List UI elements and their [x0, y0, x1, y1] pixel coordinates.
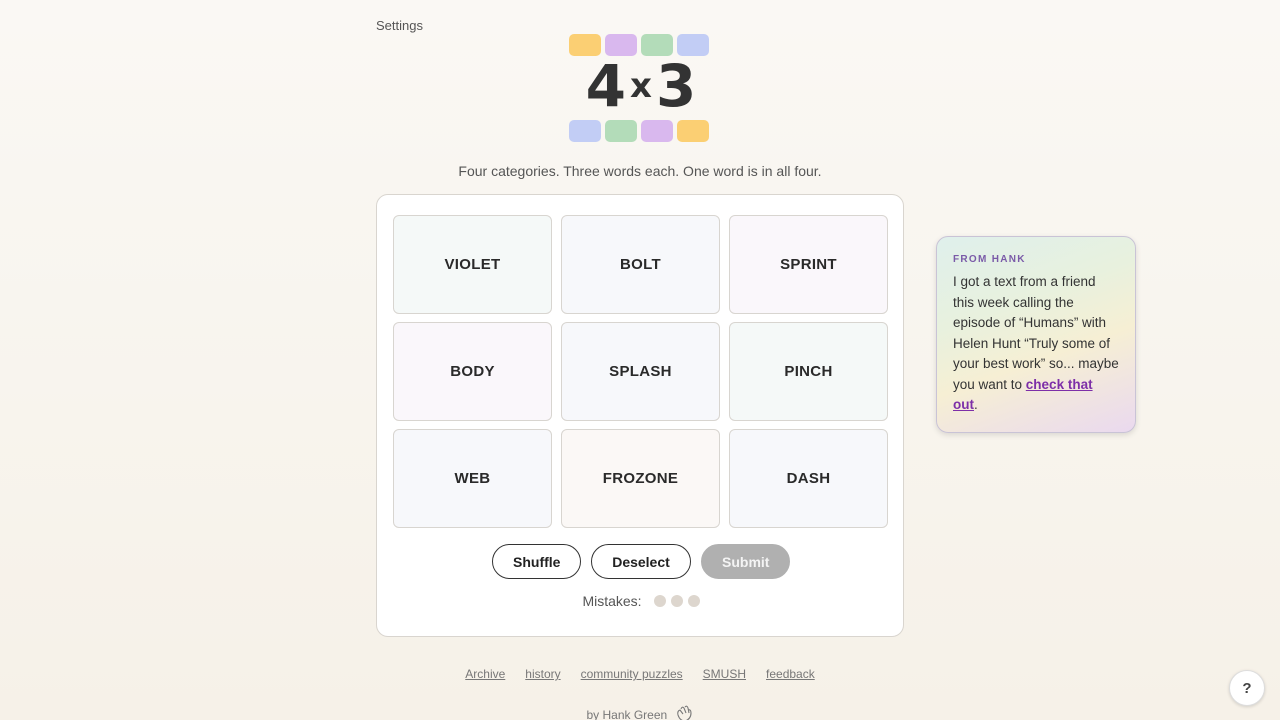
mistake-dot [670, 595, 683, 607]
logo-bottom-chips [569, 120, 709, 142]
hank-note-card: FROM HANK I got a text from a friend thi… [936, 236, 1136, 433]
footer-link-archive[interactable]: Archive [465, 667, 505, 681]
help-button[interactable]: ? [1229, 670, 1265, 706]
settings-link[interactable]: Settings [376, 18, 423, 33]
logo-chip [677, 120, 709, 142]
footer-link-community-puzzles[interactable]: community puzzles [581, 667, 683, 681]
logo: 4 x 3 [569, 34, 711, 144]
logo-text: 4 x 3 [569, 54, 711, 118]
word-grid: VIOLET BOLT SPRINT BODY SPLASH PINCH WEB… [393, 215, 888, 528]
word-tile[interactable]: FROZONE [561, 429, 720, 528]
waving-hand-icon [674, 705, 694, 720]
word-tile[interactable]: SPRINT [729, 215, 888, 314]
logo-chip [641, 120, 673, 142]
mistake-dot [687, 595, 700, 607]
mistakes-indicator: Mistakes: [377, 593, 905, 609]
shuffle-button[interactable]: Shuffle [492, 544, 581, 579]
footer-links: Archive history community puzzles SMUSH … [0, 667, 1280, 681]
logo-text-left: 4 [585, 52, 626, 120]
word-tile[interactable]: VIOLET [393, 215, 552, 314]
word-tile[interactable]: WEB [393, 429, 552, 528]
mistakes-label: Mistakes: [582, 593, 642, 609]
deselect-button[interactable]: Deselect [591, 544, 691, 579]
note-title: FROM HANK [953, 254, 1026, 265]
submit-button[interactable]: Submit [701, 544, 790, 579]
game-controls: Shuffle Deselect Submit [377, 544, 905, 579]
footer-link-smush[interactable]: SMUSH [703, 667, 746, 681]
mistake-dot [653, 595, 666, 607]
mistake-dots [653, 595, 700, 607]
note-body: I got a text from a friend this week cal… [953, 272, 1119, 416]
note-body-end: . [974, 397, 978, 412]
note-body-text: I got a text from a friend this week cal… [953, 274, 1119, 392]
word-tile[interactable]: SPLASH [561, 322, 720, 421]
logo-chip [569, 120, 601, 142]
logo-chip [605, 120, 637, 142]
word-tile[interactable]: BOLT [561, 215, 720, 314]
word-tile[interactable]: DASH [729, 429, 888, 528]
game-board: VIOLET BOLT SPRINT BODY SPLASH PINCH WEB… [376, 194, 904, 637]
logo-text-right: 3 [655, 52, 696, 120]
word-tile[interactable]: PINCH [729, 322, 888, 421]
logo-text-mid: x [630, 66, 652, 106]
byline-text: by Hank Green [586, 708, 668, 720]
game-subtitle: Four categories. Three words each. One w… [458, 163, 822, 179]
word-tile[interactable]: BODY [393, 322, 552, 421]
footer-link-history[interactable]: history [525, 667, 560, 681]
byline: by Hank Green [0, 705, 1280, 720]
footer-link-feedback[interactable]: feedback [766, 667, 815, 681]
